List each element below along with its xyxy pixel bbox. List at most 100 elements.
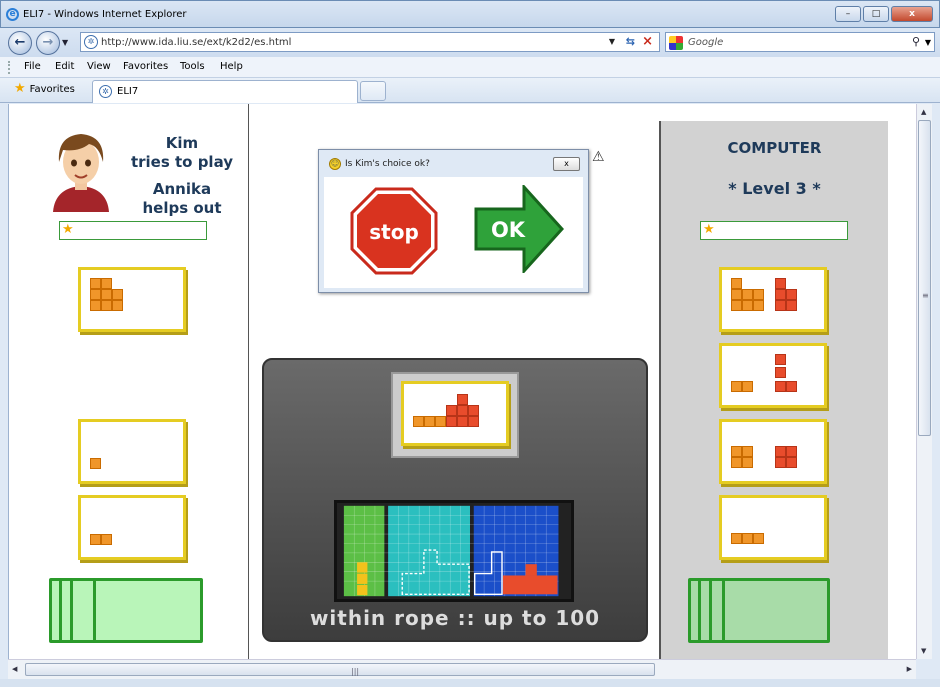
computer-title: COMPUTER (727, 139, 822, 157)
deck-card (722, 578, 830, 643)
back-button[interactable]: ← (8, 31, 32, 55)
player-card-1[interactable] (78, 267, 186, 332)
tab-site-icon: ✲ (99, 85, 112, 98)
puzzle-block (731, 446, 742, 457)
game-board: within rope :: up to 100 (262, 358, 648, 642)
puzzle-block (786, 446, 797, 457)
helper-action: helps out (142, 199, 222, 217)
menu-bar: File Edit View Favorites Tools Help (0, 57, 940, 78)
puzzle-block (786, 300, 797, 311)
scroll-down-icon[interactable]: ▼ (921, 647, 926, 655)
address-bar[interactable]: ✲ http://www.ida.liu.se/ext/k2d2/es.html… (80, 32, 660, 52)
tab-eli7[interactable]: ✲ ELI7 (92, 80, 358, 103)
puzzle-block (90, 534, 101, 545)
scroll-up-icon[interactable]: ▲ (921, 108, 926, 116)
favorites-button[interactable]: ★ Favorites (14, 81, 75, 96)
puzzle-block (786, 381, 797, 392)
puzzle-block (446, 416, 457, 427)
puzzle-block (742, 457, 753, 468)
puzzle-block (731, 289, 742, 300)
scroll-left-icon[interactable]: ◀ (12, 665, 17, 673)
board-caption: within rope :: up to 100 (309, 606, 601, 630)
favorites-bar: ★ Favorites ✲ ELI7 (0, 78, 940, 103)
stop-icon[interactable]: × (642, 34, 653, 49)
puzzle-block (775, 300, 786, 311)
puzzle-block (753, 300, 764, 311)
search-icon[interactable]: ⚲ (912, 35, 920, 48)
dialog-close-button[interactable]: x (553, 157, 580, 171)
dialog-title-text: Is Kim's choice ok? (345, 159, 430, 169)
puzzle-block (775, 367, 786, 378)
menu-edit[interactable]: Edit (55, 61, 74, 72)
stop-button[interactable]: stop (350, 187, 438, 275)
toolbar-grip (8, 61, 11, 74)
menu-view[interactable]: View (87, 61, 111, 72)
scroll-right-icon[interactable]: ▶ (907, 665, 912, 673)
horizontal-scrollbar[interactable]: ◀ ||| ▶ (8, 659, 916, 679)
warning-icon: ⚠ (592, 149, 605, 165)
window-title: ELI7 - Windows Internet Explorer (23, 9, 187, 20)
puzzle-block (435, 416, 446, 427)
puzzle-block (731, 300, 742, 311)
puzzle-block (468, 405, 479, 416)
search-dropdown-icon[interactable]: ▼ (925, 38, 931, 47)
player-avatar (53, 134, 109, 212)
window-controls: – □ x (835, 6, 933, 22)
site-icon: ✲ (84, 35, 98, 49)
puzzle-block (775, 289, 786, 300)
player-card-2[interactable] (78, 419, 186, 484)
confirm-dialog: ☺ Is Kim's choice ok? x stop OK (318, 149, 589, 293)
puzzle-block (742, 289, 753, 300)
menu-tools[interactable]: Tools (180, 61, 205, 72)
navigation-bar: ← → ▼ ✲ http://www.ida.liu.se/ext/k2d2/e… (0, 28, 940, 57)
menu-favorites[interactable]: Favorites (123, 61, 168, 72)
vertical-scroll-thumb[interactable]: ≡ (918, 120, 931, 436)
ok-button[interactable]: OK (474, 185, 564, 273)
game-area: ☺ Is Kim's choice ok? x stop OK ⚠ within… (249, 104, 659, 659)
puzzle-block (457, 394, 468, 405)
computer-score-bar: ★ (700, 221, 848, 240)
puzzle-block (731, 381, 742, 392)
search-input[interactable]: Google (688, 37, 723, 48)
puzzle-block (775, 446, 786, 457)
menu-file[interactable]: File (24, 61, 41, 72)
computer-card-2 (719, 343, 827, 408)
new-tab-button[interactable] (360, 81, 386, 101)
close-button[interactable]: x (891, 6, 933, 22)
refresh-icon[interactable]: ⇆ (626, 35, 635, 48)
puzzle-block (731, 457, 742, 468)
puzzle-block (112, 300, 123, 311)
horizontal-scroll-thumb[interactable]: ||| (25, 663, 655, 676)
level-indicator: * Level 3 * (728, 179, 821, 198)
puzzle-block (90, 300, 101, 311)
search-box[interactable]: Google ⚲ ▼ (665, 32, 935, 52)
ok-label: OK (491, 218, 526, 242)
minimize-button[interactable]: – (835, 6, 861, 22)
puzzle-block (753, 289, 764, 300)
vertical-scrollbar[interactable]: ▲ ≡ ▼ (916, 104, 932, 659)
puzzle-block (742, 381, 753, 392)
puzzle-block (775, 278, 786, 289)
maximize-button[interactable]: □ (863, 6, 889, 22)
computer-card-1 (719, 267, 827, 332)
favorites-star-icon: ★ (14, 81, 26, 96)
player-name: Kim (165, 134, 199, 152)
menu-help[interactable]: Help (220, 61, 243, 72)
page-viewport: Kim tries to play Annika helps out ★ ☺ I… (8, 104, 916, 659)
ie-logo-icon: e (6, 8, 19, 21)
history-dropdown-icon[interactable]: ▼ (62, 38, 68, 47)
player-caption: Kim tries to play Annika helps out (127, 134, 237, 218)
address-dropdown-icon[interactable]: ▼ (609, 37, 615, 46)
address-url[interactable]: http://www.ida.liu.se/ext/k2d2/es.html (101, 37, 291, 48)
computer-card-4 (719, 495, 827, 560)
puzzle-block (753, 533, 764, 544)
status-bar (0, 679, 940, 687)
player-card-3[interactable] (78, 495, 186, 560)
dialog-body: stop OK (324, 177, 583, 288)
played-card-slot (391, 372, 519, 458)
window-titlebar: e ELI7 - Windows Internet Explorer – □ x (0, 0, 940, 28)
dialog-title: ☺ Is Kim's choice ok? (329, 158, 430, 170)
player-panel: Kim tries to play Annika helps out ★ (9, 104, 249, 659)
puzzle-block (742, 446, 753, 457)
forward-button[interactable]: → (36, 31, 60, 55)
